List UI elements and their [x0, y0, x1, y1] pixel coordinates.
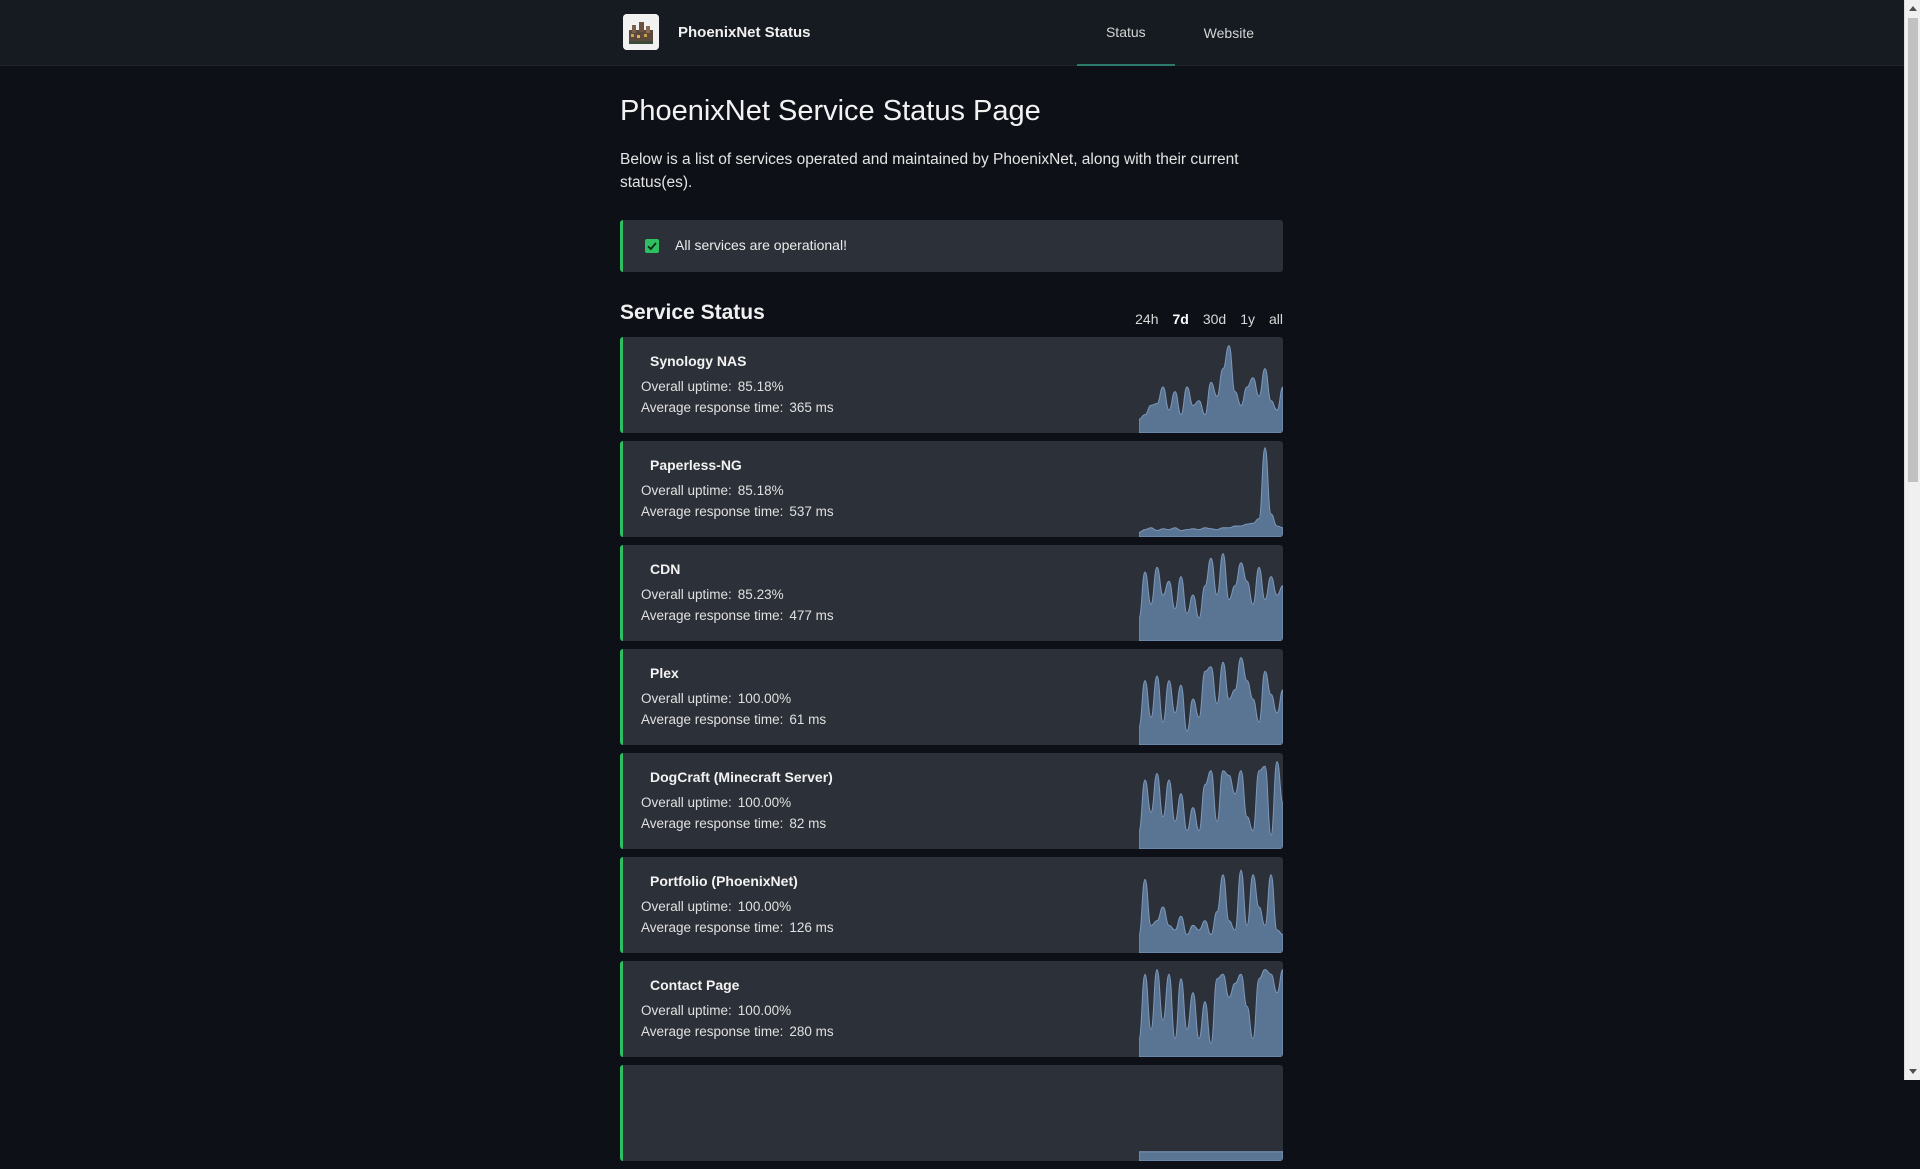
- service-name: CDN: [650, 561, 681, 577]
- top-navbar: PhoenixNet Status Status Website: [0, 0, 1904, 66]
- sparkline-area: [1139, 969, 1283, 1057]
- service-card[interactable]: DogCraft (Minecraft Server) Overall upti…: [620, 753, 1283, 849]
- response-line: Average response time: 365 ms: [641, 400, 834, 415]
- service-name: Plex: [650, 665, 679, 681]
- response-value: 365 ms: [789, 400, 834, 415]
- service-name: DogCraft (Minecraft Server): [650, 769, 833, 785]
- main-nav: Status Website: [1076, 0, 1283, 66]
- uptime-value: 85.18%: [737, 483, 784, 498]
- time-range-selector: 24h 7d 30d 1y all: [1121, 311, 1283, 327]
- uptime-label: Overall uptime:: [641, 899, 732, 914]
- service-card[interactable]: Portfolio (PhoenixNet) Overall uptime: 10…: [620, 857, 1283, 953]
- response-label: Average response time:: [641, 1024, 784, 1039]
- response-time-sparkline: [1139, 761, 1283, 849]
- uptime-label: Overall uptime:: [641, 587, 732, 602]
- response-time-sparkline: [1139, 969, 1283, 1057]
- page-scrollbar[interactable]: [1904, 0, 1920, 1080]
- response-line: Average response time: 537 ms: [641, 504, 834, 519]
- uptime-line: Overall uptime: 100.00%: [641, 691, 791, 706]
- response-value: 82 ms: [789, 816, 827, 831]
- response-line: Average response time: 82 ms: [641, 816, 826, 831]
- response-time-sparkline: [1139, 447, 1283, 537]
- nav-website-link[interactable]: Website: [1175, 0, 1283, 66]
- uptime-line: Overall uptime: 100.00%: [641, 899, 791, 914]
- response-value: 477 ms: [789, 608, 834, 623]
- service-card[interactable]: CDN Overall uptime: 85.23% Average respon…: [620, 545, 1283, 641]
- service-card[interactable]: Contact Page Overall uptime: 100.00% Aver…: [620, 961, 1283, 1057]
- service-name: Contact Page: [650, 977, 740, 993]
- page-title: PhoenixNet Service Status Page: [620, 95, 1041, 127]
- uptime-value: 85.18%: [737, 379, 784, 394]
- response-value: 61 ms: [789, 712, 827, 727]
- nav-status-link[interactable]: Status: [1076, 0, 1175, 66]
- response-label: Average response time:: [641, 608, 784, 623]
- sparkline-area: [1139, 869, 1283, 953]
- sparkline-area: [1139, 447, 1283, 537]
- range-24h[interactable]: 24h: [1121, 311, 1158, 327]
- page-description: Below is a list of services operated and…: [620, 151, 1239, 191]
- response-time-sparkline: [1139, 1151, 1283, 1161]
- response-label: Average response time:: [641, 712, 784, 727]
- service-name: Synology NAS: [650, 353, 747, 369]
- response-value: 280 ms: [789, 1024, 834, 1039]
- service-name: Portfolio (PhoenixNet): [650, 873, 798, 889]
- uptime-line: Overall uptime: 100.00%: [641, 795, 791, 810]
- response-time-sparkline: [1139, 657, 1283, 745]
- uptime-value: 100.00%: [737, 1003, 792, 1018]
- sparkline-area: [1139, 345, 1283, 433]
- navbar-container: PhoenixNet Status Status Website: [620, 0, 1283, 66]
- scrollbar-thumb[interactable]: [1908, 18, 1918, 482]
- scroll-up-arrow-icon[interactable]: [1905, 0, 1920, 16]
- sparkline-area: [1139, 553, 1283, 641]
- response-label: Average response time:: [641, 504, 784, 519]
- sparkline-area: [1139, 657, 1283, 745]
- uptime-label: Overall uptime:: [641, 379, 732, 394]
- response-label: Average response time:: [641, 816, 784, 831]
- response-label: Average response time:: [641, 920, 784, 935]
- uptime-line: Overall uptime: 85.18%: [641, 483, 784, 498]
- uptime-label: Overall uptime:: [641, 795, 732, 810]
- uptime-label: Overall uptime:: [641, 483, 732, 498]
- phoenixnet-logo-icon[interactable]: [623, 14, 659, 50]
- service-list: Synology NAS Overall uptime: 85.18% Avera…: [620, 337, 1283, 1169]
- brand-title[interactable]: PhoenixNet Status: [678, 24, 811, 41]
- range-30d[interactable]: 30d: [1189, 311, 1226, 327]
- response-time-sparkline: [1139, 869, 1283, 953]
- service-card[interactable]: [620, 1065, 1283, 1161]
- check-icon: [645, 239, 659, 253]
- uptime-value: 100.00%: [737, 899, 792, 914]
- uptime-line: Overall uptime: 85.23%: [641, 587, 784, 602]
- uptime-label: Overall uptime:: [641, 1003, 732, 1018]
- uptime-label: Overall uptime:: [641, 691, 732, 706]
- uptime-line: Overall uptime: 100.00%: [641, 1003, 791, 1018]
- response-line: Average response time: 61 ms: [641, 712, 826, 727]
- overall-status-alert: All services are operational!: [620, 220, 1283, 272]
- scroll-down-arrow-icon[interactable]: [1905, 1064, 1920, 1080]
- response-value: 537 ms: [789, 504, 834, 519]
- service-card[interactable]: Plex Overall uptime: 100.00% Average resp…: [620, 649, 1283, 745]
- response-line: Average response time: 280 ms: [641, 1024, 834, 1039]
- sparkline-area: [1139, 761, 1283, 849]
- service-card[interactable]: Paperless-NG Overall uptime: 85.18% Avera…: [620, 441, 1283, 537]
- range-7d[interactable]: 7d: [1158, 311, 1188, 327]
- range-1y[interactable]: 1y: [1226, 311, 1255, 327]
- response-line: Average response time: 477 ms: [641, 608, 834, 623]
- response-time-sparkline: [1139, 345, 1283, 433]
- uptime-value: 100.00%: [737, 795, 792, 810]
- overall-status-text: All services are operational!: [675, 237, 847, 253]
- service-status-heading: Service Status: [620, 301, 765, 324]
- response-label: Average response time:: [641, 400, 784, 415]
- response-time-sparkline: [1139, 553, 1283, 641]
- uptime-value: 85.23%: [737, 587, 784, 602]
- sparkline-area: [1139, 1151, 1283, 1161]
- response-value: 126 ms: [789, 920, 834, 935]
- response-line: Average response time: 126 ms: [641, 920, 834, 935]
- uptime-value: 100.00%: [737, 691, 792, 706]
- service-name: Paperless-NG: [650, 457, 742, 473]
- uptime-line: Overall uptime: 85.18%: [641, 379, 784, 394]
- service-card[interactable]: Synology NAS Overall uptime: 85.18% Avera…: [620, 337, 1283, 433]
- range-all[interactable]: all: [1255, 311, 1283, 327]
